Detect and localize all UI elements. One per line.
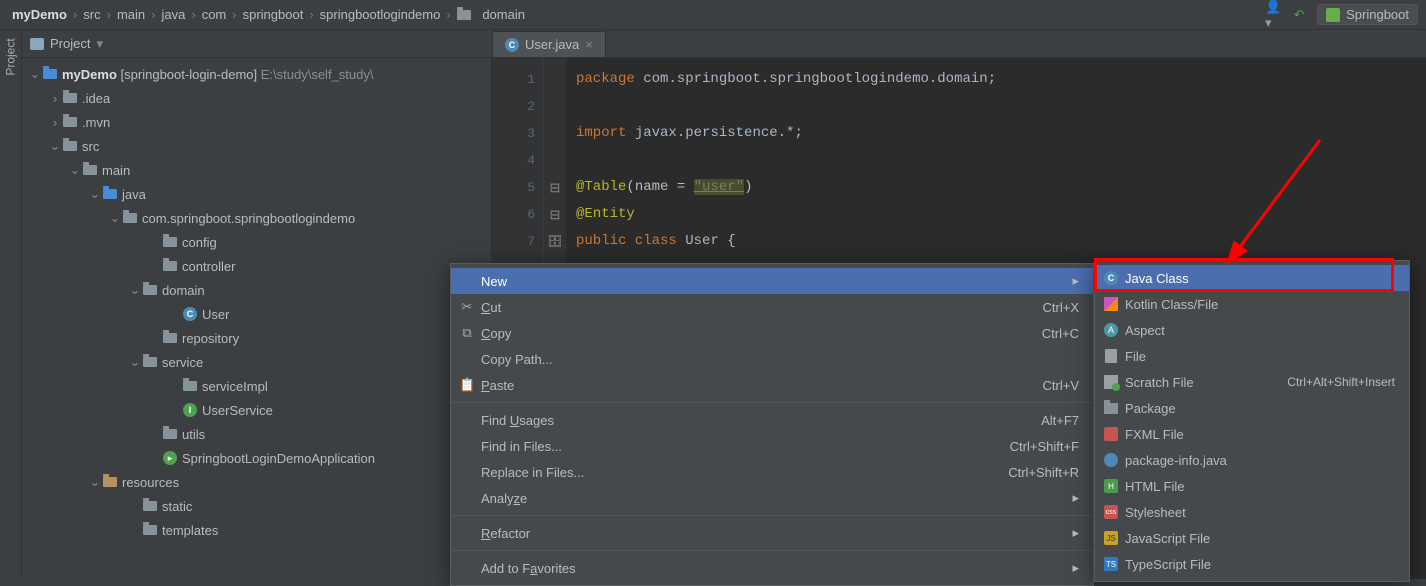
menu-favorites[interactable]: Add to Favorites▸	[451, 555, 1093, 581]
package-icon	[1103, 403, 1119, 414]
submenu-file[interactable]: File	[1095, 343, 1409, 369]
scratch-icon	[1103, 375, 1119, 389]
crumb-demo[interactable]: springbootlogindemo	[316, 7, 445, 22]
submenu-pkginfo[interactable]: package-info.java	[1095, 447, 1409, 473]
close-icon[interactable]: ×	[585, 37, 593, 52]
breadcrumb-bar: myDemo › src › main › java › com › sprin…	[0, 0, 1426, 30]
breadcrumb[interactable]: myDemo › src › main › java › com › sprin…	[8, 7, 529, 22]
project-icon	[30, 38, 44, 50]
new-submenu[interactable]: CJava Class Kotlin Class/File AAspect Fi…	[1094, 260, 1410, 582]
side-tab-label: Project	[4, 38, 18, 75]
crumb-src[interactable]: src	[79, 7, 104, 22]
tab-user-java[interactable]: C User.java ×	[492, 31, 606, 57]
tree-utils[interactable]: ·utils	[22, 422, 491, 446]
cut-icon: ✂	[459, 299, 475, 315]
submenu-ts[interactable]: TSTypeScript File	[1095, 551, 1409, 577]
submenu-css[interactable]: cssStylesheet	[1095, 499, 1409, 525]
css-icon: css	[1103, 505, 1119, 519]
ts-icon: TS	[1103, 557, 1119, 571]
crumb-root[interactable]: myDemo	[8, 7, 71, 22]
user-icon[interactable]: 👤▾	[1265, 7, 1281, 23]
crumb-domain[interactable]: domain	[453, 7, 529, 22]
arrow-right-icon: ▸	[1072, 273, 1079, 289]
run-config-selector[interactable]: Springboot	[1317, 4, 1418, 25]
tree-config[interactable]: ·config	[22, 230, 491, 254]
menu-copy-path[interactable]: Copy Path...	[451, 346, 1093, 372]
tree-idea[interactable]: .idea	[22, 86, 491, 110]
topbar-right: 👤▾ ↶ Springboot	[1265, 4, 1418, 25]
crumb-java[interactable]: java	[157, 7, 189, 22]
js-icon: JS	[1103, 531, 1119, 545]
pkginfo-icon	[1103, 453, 1119, 467]
project-side-tab[interactable]: Project	[0, 30, 22, 579]
fxml-icon	[1103, 427, 1119, 441]
tree-serviceimpl[interactable]: ·serviceImpl	[22, 374, 491, 398]
editor-tabs: C User.java ×	[492, 30, 1426, 58]
db-gutter-icon[interactable]: 🗄	[544, 228, 566, 255]
menu-new[interactable]: New ▸	[451, 268, 1093, 294]
menu-paste[interactable]: 📋PasteCtrl+V	[451, 372, 1093, 398]
menu-analyze[interactable]: Analyze▸	[451, 485, 1093, 511]
submenu-js[interactable]: JSJavaScript File	[1095, 525, 1409, 551]
run-config-label: Springboot	[1346, 7, 1409, 22]
menu-refactor[interactable]: Refactor▸	[451, 520, 1093, 546]
html-icon: H	[1103, 479, 1119, 493]
aspect-icon: A	[1103, 323, 1119, 337]
submenu-aspect[interactable]: AAspect	[1095, 317, 1409, 343]
tree-java[interactable]: java	[22, 182, 491, 206]
submenu-fxml[interactable]: FXML File	[1095, 421, 1409, 447]
crumb-com[interactable]: com	[198, 7, 231, 22]
tree-src[interactable]: src	[22, 134, 491, 158]
tab-label: User.java	[525, 37, 579, 52]
tree-root[interactable]: myDemo [springboot-login-demo] E:\study\…	[22, 62, 491, 86]
project-tree[interactable]: myDemo [springboot-login-demo] E:\study\…	[22, 58, 492, 579]
kotlin-icon	[1103, 297, 1119, 311]
tree-repository[interactable]: ·repository	[22, 326, 491, 350]
back-icon[interactable]: ↶	[1291, 7, 1307, 23]
tree-main[interactable]: main	[22, 158, 491, 182]
tree-templates[interactable]: ·templates	[22, 518, 491, 542]
tree-service[interactable]: service	[22, 350, 491, 374]
tree-static[interactable]: ·static	[22, 494, 491, 518]
menu-replace-in-files[interactable]: Replace in Files...Ctrl+Shift+R	[451, 459, 1093, 485]
class-icon: C	[505, 38, 519, 52]
copy-icon: ⧉	[459, 325, 475, 341]
tree-pkg[interactable]: com.springboot.springbootlogindemo	[22, 206, 491, 230]
tree-controller[interactable]: ·controller	[22, 254, 491, 278]
file-icon	[1103, 349, 1119, 363]
menu-find-usages[interactable]: Find UsagesAlt+F7	[451, 407, 1093, 433]
submenu-package[interactable]: Package	[1095, 395, 1409, 421]
menu-copy[interactable]: ⧉CopyCtrl+C	[451, 320, 1093, 346]
menu-cut[interactable]: ✂CutCtrl+X	[451, 294, 1093, 320]
crumb-main[interactable]: main	[113, 7, 149, 22]
submenu-java-class[interactable]: CJava Class	[1095, 265, 1409, 291]
menu-find-in-files[interactable]: Find in Files...Ctrl+Shift+F	[451, 433, 1093, 459]
class-icon: C	[1103, 271, 1119, 285]
tree-resources[interactable]: resources	[22, 470, 491, 494]
submenu-html[interactable]: HHTML File	[1095, 473, 1409, 499]
submenu-scratch[interactable]: Scratch FileCtrl+Alt+Shift+Insert	[1095, 369, 1409, 395]
project-label: Project	[50, 36, 90, 51]
tree-app[interactable]: ·▸SpringbootLoginDemoApplication	[22, 446, 491, 470]
context-menu[interactable]: New ▸ ✂CutCtrl+X ⧉CopyCtrl+C Copy Path..…	[450, 263, 1094, 586]
tree-user[interactable]: ·CUser	[22, 302, 491, 326]
crumb-springboot[interactable]: springboot	[239, 7, 308, 22]
springboot-icon	[1326, 8, 1340, 22]
tree-userservice[interactable]: ·IUserService	[22, 398, 491, 422]
tree-mvn[interactable]: .mvn	[22, 110, 491, 134]
tree-domain[interactable]: domain	[22, 278, 491, 302]
submenu-kotlin[interactable]: Kotlin Class/File	[1095, 291, 1409, 317]
paste-icon: 📋	[459, 377, 475, 393]
